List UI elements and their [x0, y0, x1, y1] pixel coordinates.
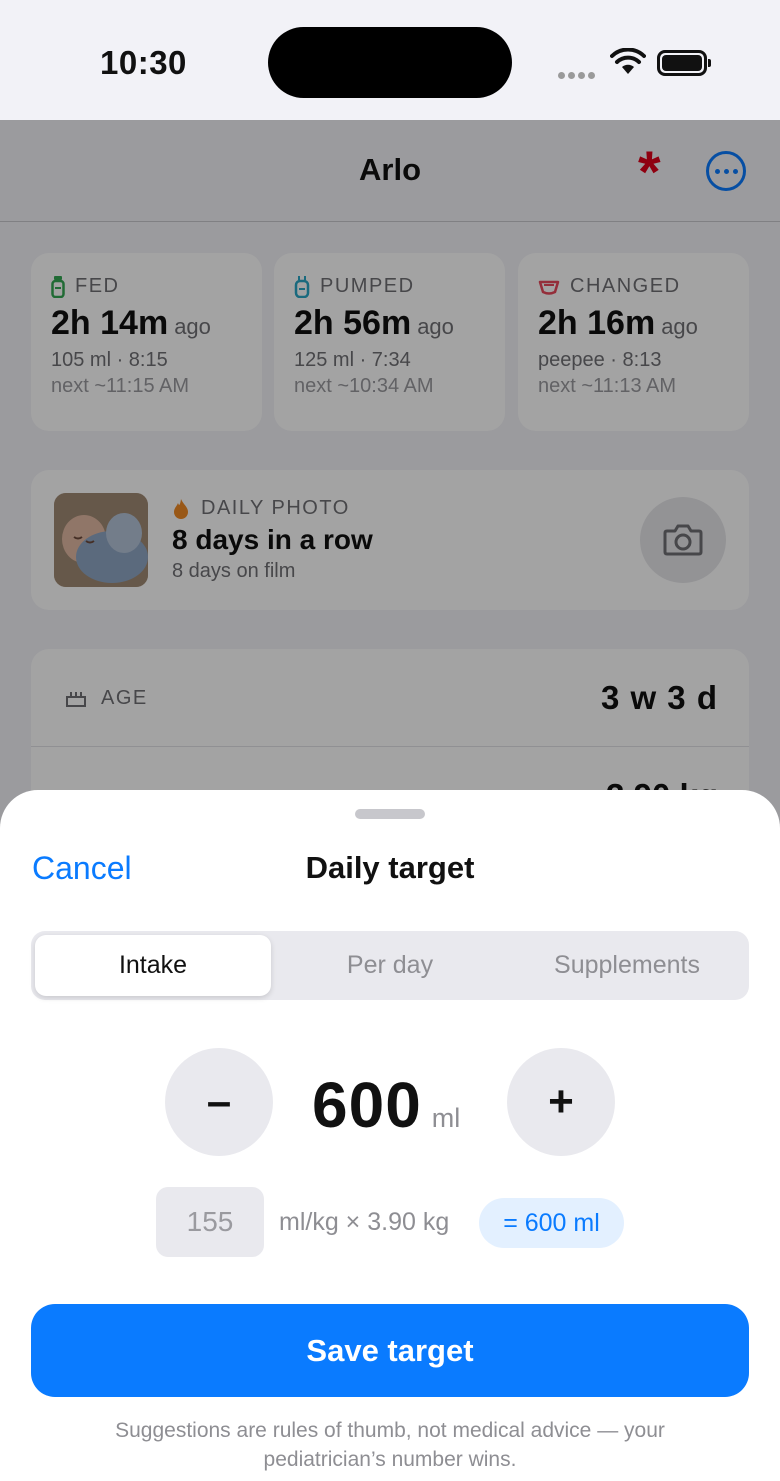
save-target-button[interactable]: Save target — [31, 1304, 749, 1397]
status-bar: 10:30 — [0, 0, 780, 120]
target-value-display: 600 ml — [312, 1068, 460, 1142]
formula-text: ml/kg × 3.90 kg — [279, 1208, 450, 1236]
segment-supplements[interactable]: Supplements — [509, 935, 745, 996]
segment-per-day[interactable]: Per day — [272, 935, 508, 996]
increment-button[interactable]: + — [507, 1048, 615, 1156]
battery-icon — [657, 50, 711, 76]
decrement-button[interactable]: – — [165, 1048, 273, 1156]
sheet-grabber[interactable] — [355, 809, 425, 819]
disclaimer-text: Suggestions are rules of thumb, not medi… — [115, 1419, 665, 1471]
status-time: 10:30 — [100, 44, 187, 81]
dynamic-island — [268, 27, 512, 98]
segment-intake[interactable]: Intake — [35, 935, 271, 996]
daily-target-sheet: Cancel Daily target Intake Per day Suppl… — [0, 790, 780, 1481]
target-unit: ml — [431, 1103, 461, 1133]
wifi-icon — [610, 48, 646, 74]
sheet-title: Daily target — [305, 850, 475, 885]
result-pill[interactable]: = 600 ml — [479, 1198, 624, 1248]
signal-dots-icon — [558, 66, 598, 84]
target-value: 600 — [312, 1069, 422, 1141]
ml-per-kg-input[interactable]: 155 — [156, 1187, 264, 1257]
target-type-segmented-control: Intake Per day Supplements — [31, 931, 749, 1000]
